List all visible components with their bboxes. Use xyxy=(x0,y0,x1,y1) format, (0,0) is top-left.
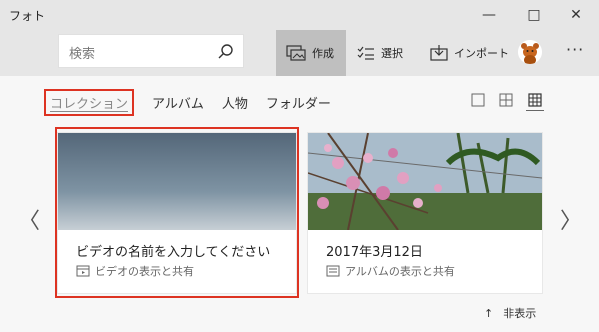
maximize-button[interactable]: □ xyxy=(511,0,557,30)
tab-bar: コレクション アルバム 人物 フォルダー xyxy=(44,88,349,116)
medium-view-icon[interactable] xyxy=(499,93,513,107)
hide-button[interactable]: ↑ 非表示 xyxy=(484,305,536,321)
card-subtitle-text: アルバムの表示と共有 xyxy=(345,265,455,278)
avatar[interactable] xyxy=(518,40,542,64)
tab-collection[interactable]: コレクション xyxy=(44,88,135,116)
tab-people[interactable]: 人物 xyxy=(222,93,248,112)
next-arrow[interactable]: 〉 xyxy=(560,203,582,235)
highlight-frame xyxy=(55,127,299,298)
cherry-blossom-image xyxy=(308,133,542,230)
more-options-button[interactable]: ··· xyxy=(566,40,584,59)
arrow-up-icon: ↑ xyxy=(484,306,494,320)
app-title: フォト xyxy=(9,9,46,23)
import-button[interactable]: インポート xyxy=(430,30,509,76)
large-view-icon[interactable] xyxy=(471,93,485,107)
create-label: 作成 xyxy=(312,47,334,60)
create-button[interactable]: 作成 xyxy=(276,30,346,76)
tab-folders[interactable]: フォルダー xyxy=(266,93,331,112)
tab-albums[interactable]: アルバム xyxy=(152,93,204,112)
bear-avatar-icon xyxy=(518,40,542,64)
card-subtitle: アルバムの表示と共有 xyxy=(326,263,455,279)
search-box[interactable]: 検索 xyxy=(58,34,244,68)
create-icon xyxy=(286,45,306,61)
previous-arrow[interactable]: 〈 xyxy=(18,203,40,235)
close-button[interactable]: ✕ xyxy=(553,0,599,30)
view-underline xyxy=(526,110,544,111)
import-icon xyxy=(430,45,448,61)
minimize-button[interactable]: — xyxy=(466,0,512,30)
select-button[interactable]: 選択 xyxy=(357,30,403,76)
small-view-icon[interactable] xyxy=(528,93,542,107)
search-input[interactable]: 検索 xyxy=(69,43,95,62)
album-icon xyxy=(326,265,340,277)
title-bar: フォト — □ ✕ xyxy=(0,0,599,30)
card-title: 2017年3月12日 xyxy=(326,245,423,260)
import-label: インポート xyxy=(454,47,509,60)
album-thumbnail xyxy=(308,133,542,230)
hide-label: 非表示 xyxy=(503,307,537,320)
select-icon xyxy=(357,46,374,60)
select-label: 選択 xyxy=(381,47,403,60)
album-card[interactable]: 2017年3月12日 アルバムの表示と共有 xyxy=(308,133,542,293)
search-icon[interactable] xyxy=(217,43,235,61)
